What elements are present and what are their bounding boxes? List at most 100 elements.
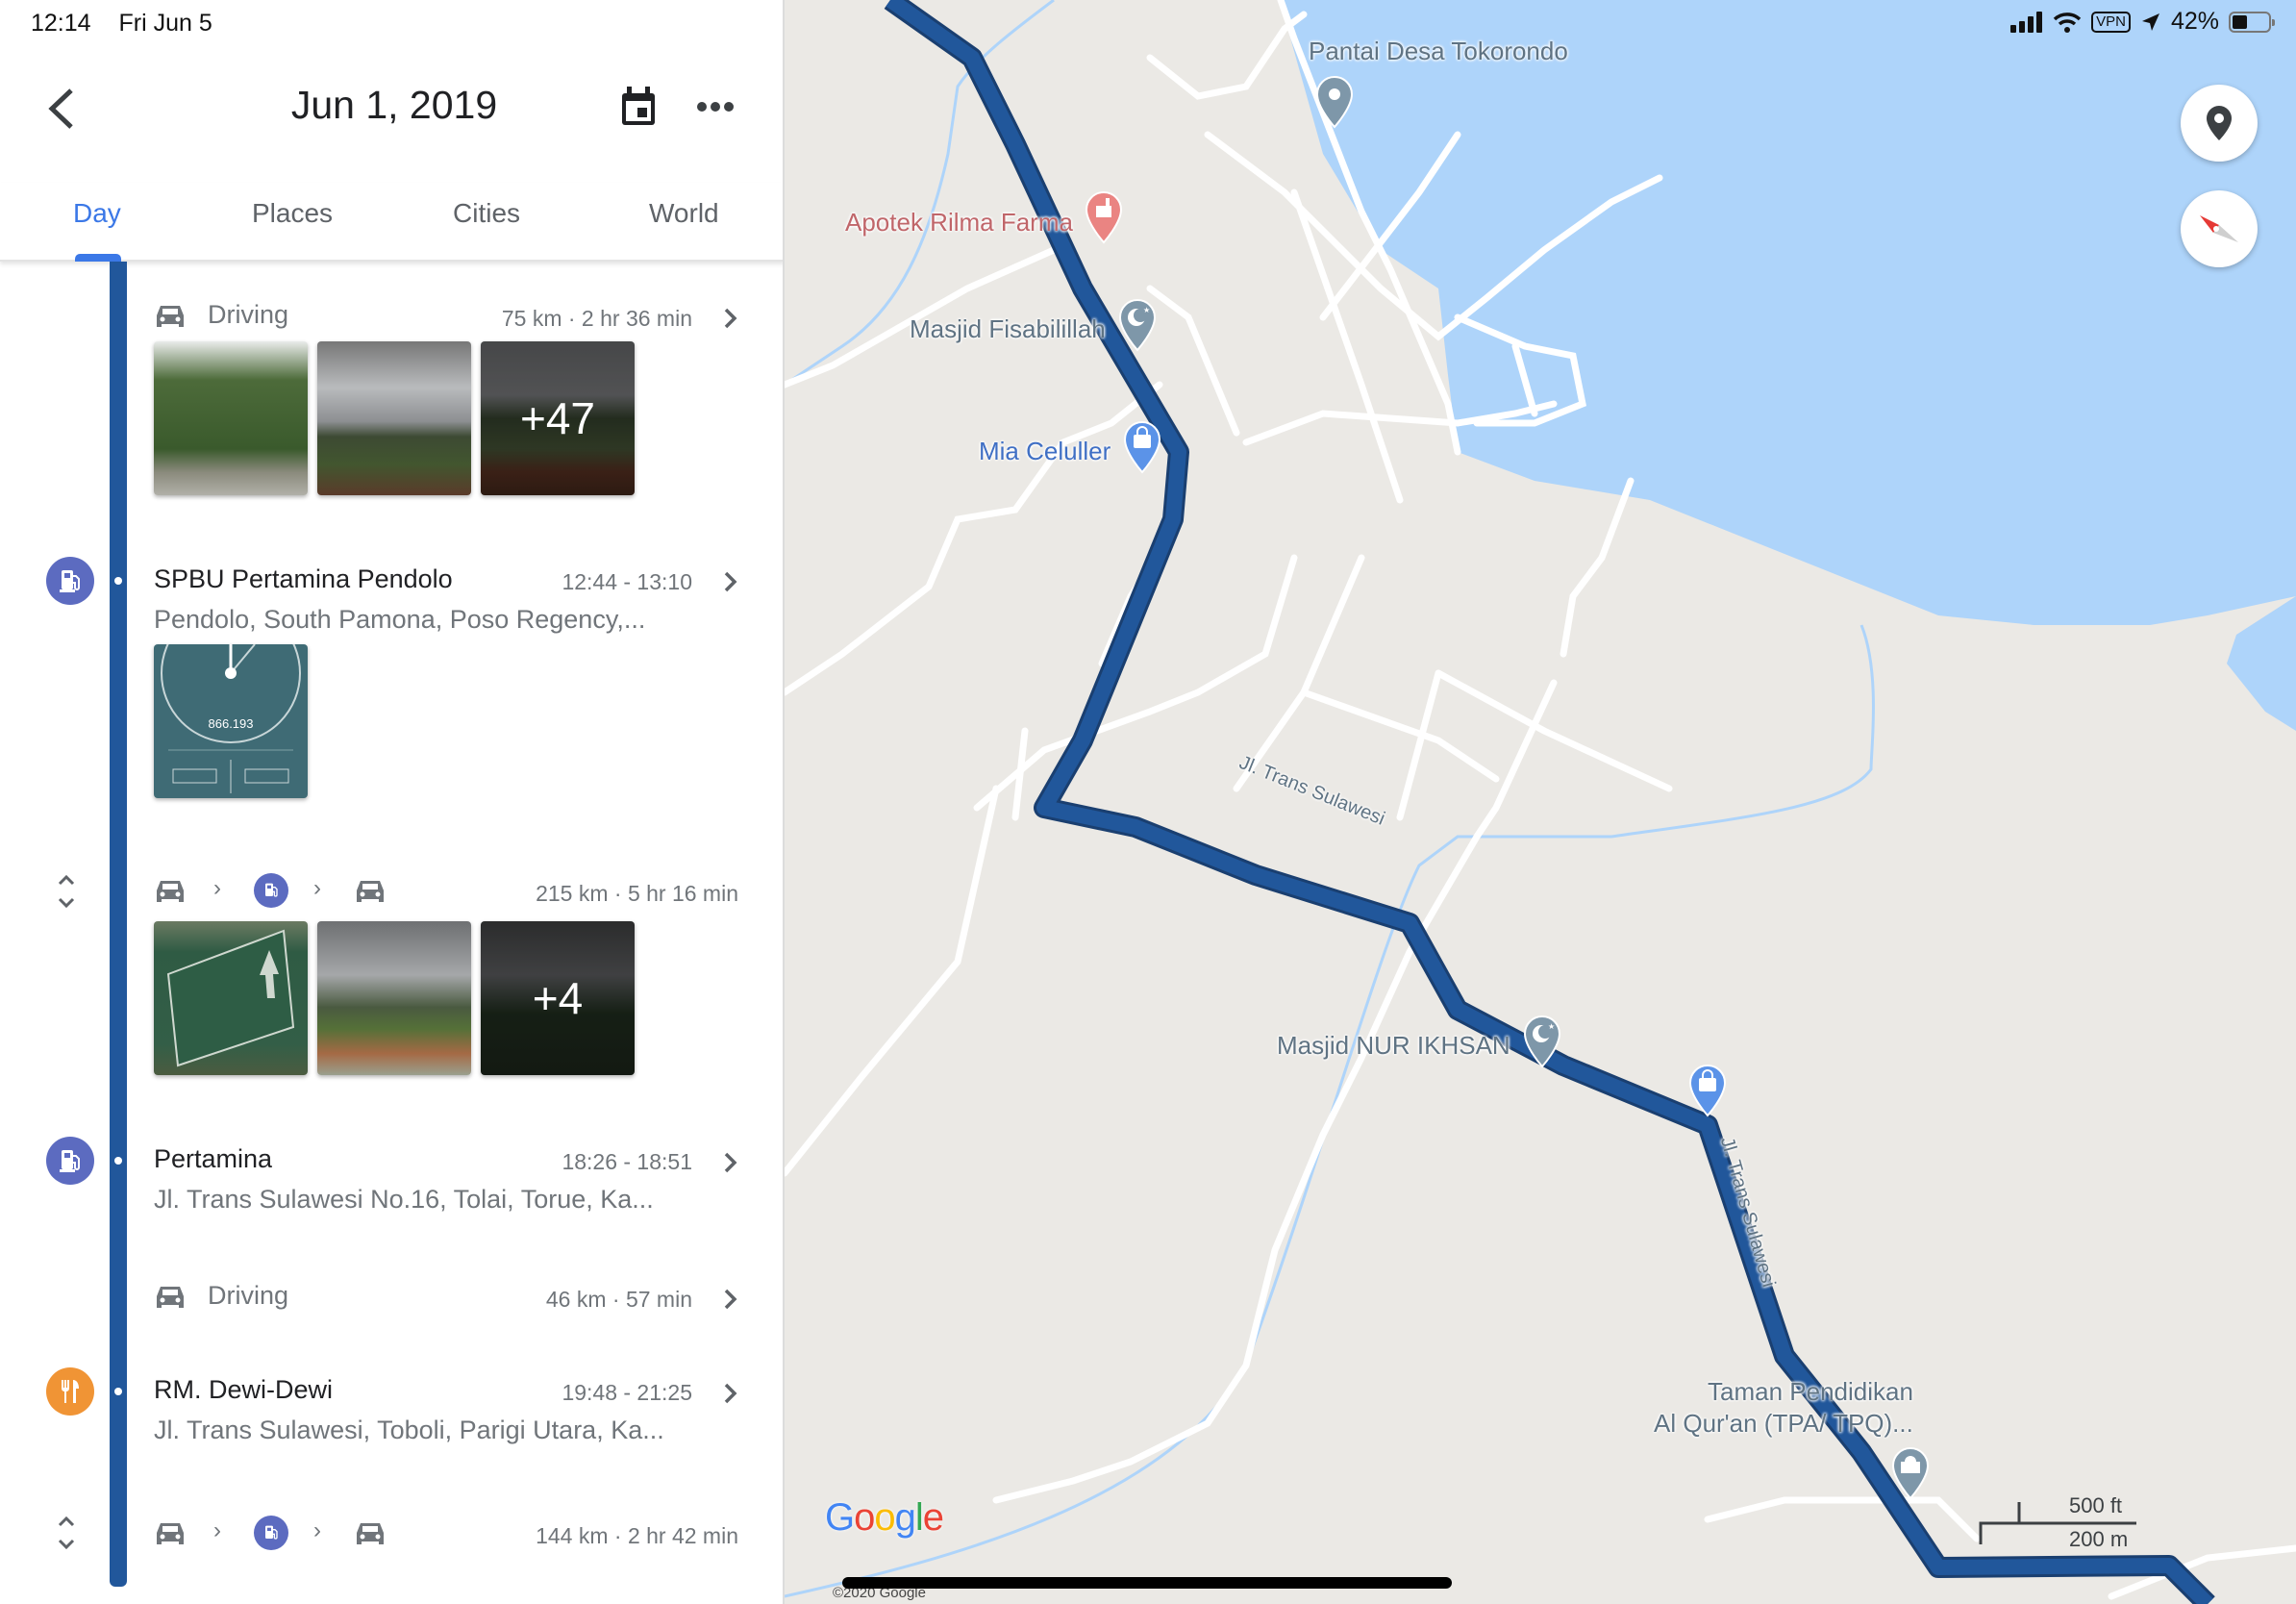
sea xyxy=(1280,0,2296,625)
activity-label: Driving xyxy=(208,1281,289,1310)
photo-thumbnail[interactable] xyxy=(154,341,308,495)
back-button[interactable] xyxy=(42,85,81,133)
place-time: 19:48 - 21:25 xyxy=(562,1380,692,1405)
chevron-right-icon[interactable] xyxy=(721,1379,740,1408)
battery-percent: 42% xyxy=(2170,8,2219,35)
activity-label: Driving xyxy=(208,300,289,329)
road-sign-graphic xyxy=(166,929,295,1067)
restaurant-icon xyxy=(62,1380,79,1403)
status-date: Fri Jun 5 xyxy=(118,10,212,37)
place-address: Jl. Trans Sulawesi, Toboli, Parigi Utara… xyxy=(154,1416,664,1444)
map-label-mosque[interactable]: Masjid Fisabilillah xyxy=(910,314,1106,344)
place-address: Jl. Trans Sulawesi No.16, Tolai, Torue, … xyxy=(154,1185,654,1214)
compass-button[interactable] xyxy=(2181,190,2258,267)
chevron-right-icon[interactable] xyxy=(721,1148,740,1177)
map-label-school[interactable]: Taman Pendidikan xyxy=(1708,1377,1913,1407)
chevron-separator: › xyxy=(213,1517,221,1543)
map-canvas xyxy=(785,0,2296,1604)
more-photos-thumbnail[interactable]: +47 xyxy=(481,341,635,495)
car-icon xyxy=(157,1287,184,1308)
map-label-school[interactable]: Al Qur'an (TPA/ TPQ)... xyxy=(1654,1409,1913,1439)
gas-station-icon xyxy=(254,1516,288,1550)
status-bar-left: 12:14 Fri Jun 5 xyxy=(31,10,234,38)
gas-station-icon xyxy=(60,1150,80,1172)
more-options-icon[interactable] xyxy=(694,92,736,121)
chevron-right-icon[interactable] xyxy=(721,567,740,596)
more-photos-count: +47 xyxy=(481,341,635,495)
car-icon xyxy=(357,1523,384,1544)
location-arrow-icon xyxy=(2141,13,2159,31)
tab-bar: Day Places Cities World xyxy=(0,183,783,262)
place-title: Pertamina xyxy=(154,1144,273,1173)
timeline-dot xyxy=(114,577,122,585)
battery-icon xyxy=(2229,11,2275,33)
wifi-icon xyxy=(2053,12,2082,33)
tab-cities[interactable]: Cities xyxy=(453,198,520,229)
mosque-pin-icon[interactable]: ★ xyxy=(1118,298,1157,352)
location-pin-icon xyxy=(2207,106,2232,140)
cellular-signal-icon xyxy=(2010,11,2043,33)
car-icon xyxy=(157,306,184,327)
shopping-pin-icon[interactable] xyxy=(1688,1064,1727,1117)
page-title[interactable]: Jun 1, 2019 xyxy=(240,83,548,128)
home-indicator[interactable] xyxy=(842,1577,1452,1589)
activity-meta: 46 km · 57 min xyxy=(545,1287,692,1312)
gas-station-badge xyxy=(46,557,94,605)
scale-imperial: 500 ft xyxy=(2069,1493,2123,1517)
calendar-icon[interactable] xyxy=(619,87,658,129)
chevron-separator: › xyxy=(213,875,221,901)
place-time: 12:44 - 13:10 xyxy=(562,569,692,594)
map-label-pharmacy[interactable]: Apotek Rilma Farma xyxy=(845,208,1073,238)
more-photos-count: +4 xyxy=(481,921,635,1075)
place-title: RM. Dewi-Dewi xyxy=(154,1375,334,1404)
map-label-beach[interactable]: Pantai Desa Tokorondo xyxy=(1309,37,1568,66)
chevron-separator: › xyxy=(313,875,321,901)
chevron-separator: › xyxy=(313,1517,321,1543)
speedometer-readout: 866.193 xyxy=(209,716,254,731)
map-view[interactable]: ★ ★ Pantai Desa Tokorondo Apotek Rilma F… xyxy=(785,0,2296,1604)
activity-meta: 75 km · 2 hr 36 min xyxy=(501,306,692,331)
pharmacy-pin-icon[interactable] xyxy=(1085,190,1123,244)
timeline-panel: 12:14 Fri Jun 5 Jun 1, 2019 Day Places C… xyxy=(0,0,785,1604)
status-bar-right: VPN 42% xyxy=(2010,8,2275,36)
battery-fill xyxy=(2233,14,2247,29)
vpn-indicator: VPN xyxy=(2091,11,2131,33)
activity-meta: 144 km · 2 hr 42 min xyxy=(536,1523,738,1548)
map-label-shop[interactable]: Mia Celuller xyxy=(979,437,1111,466)
timeline-dot xyxy=(114,1388,122,1395)
chevron-right-icon[interactable] xyxy=(721,304,740,333)
expand-collapse-icon[interactable] xyxy=(54,870,79,913)
svg-text:★: ★ xyxy=(1143,306,1150,314)
restaurant-badge xyxy=(46,1367,94,1416)
speedometer-graphic: 866.193 xyxy=(161,644,301,793)
photo-thumbnail[interactable] xyxy=(317,921,471,1075)
timeline-dot xyxy=(114,1157,122,1165)
status-time: 12:14 xyxy=(31,10,91,37)
car-icon xyxy=(157,881,184,902)
shopping-pin-icon[interactable] xyxy=(1123,420,1161,474)
tab-places[interactable]: Places xyxy=(252,198,333,229)
expand-collapse-icon[interactable] xyxy=(54,1512,79,1554)
tab-day[interactable]: Day xyxy=(73,198,121,229)
road-sign-photo[interactable] xyxy=(154,921,308,1075)
school-pin-icon[interactable] xyxy=(1891,1446,1930,1500)
place-address: Pendolo, South Pamona, Poso Regency,... xyxy=(154,605,646,634)
water-inlet xyxy=(2227,596,2296,731)
active-tab-indicator xyxy=(75,254,121,262)
mosque-pin-icon[interactable]: ★ xyxy=(1523,1015,1561,1068)
svg-text:★: ★ xyxy=(1548,1022,1555,1031)
google-logo: Google xyxy=(825,1496,944,1539)
map-label-mosque[interactable]: Masjid NUR IKHSAN xyxy=(1277,1031,1510,1061)
gas-station-badge xyxy=(46,1137,94,1185)
beach-pin-icon[interactable] xyxy=(1315,75,1354,129)
more-photos-thumbnail[interactable]: +4 xyxy=(481,921,635,1075)
location-button[interactable] xyxy=(2181,85,2258,162)
compass-icon xyxy=(2200,215,2238,242)
tab-world[interactable]: World xyxy=(649,198,719,229)
chevron-right-icon[interactable] xyxy=(721,1285,740,1314)
photo-thumbnail[interactable]: 866.193 xyxy=(154,644,308,798)
photo-thumbnail[interactable] xyxy=(317,341,471,495)
car-icon xyxy=(157,1523,184,1544)
place-time: 18:26 - 18:51 xyxy=(562,1149,692,1174)
gas-station-icon xyxy=(60,570,80,592)
